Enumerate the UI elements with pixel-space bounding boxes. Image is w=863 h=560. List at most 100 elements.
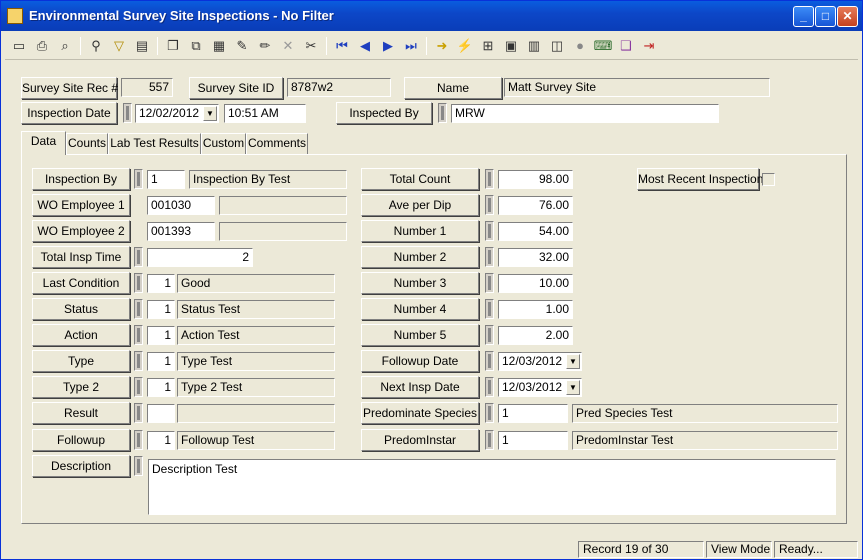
tab-comments[interactable]: Comments <box>246 133 308 154</box>
predominate-species-selector[interactable] <box>485 403 494 423</box>
most-recent-inspection-label[interactable]: Most Recent Inspection <box>637 168 763 190</box>
name-label[interactable]: Name <box>404 77 502 99</box>
title-bar[interactable]: Environmental Survey Site Inspections - … <box>1 1 862 31</box>
inspected-by-label[interactable]: Inspected By <box>336 102 432 124</box>
predom-instar-code[interactable]: 1 <box>498 431 568 450</box>
number-2-field[interactable]: 32.00 <box>498 248 573 267</box>
minimize-button[interactable]: _ <box>793 6 814 27</box>
go-to-icon[interactable]: ➜ <box>432 36 452 56</box>
number-4-selector[interactable] <box>485 299 494 319</box>
number-5-button[interactable]: Number 5 <box>361 324 479 346</box>
followup-button[interactable]: Followup <box>32 429 130 451</box>
calculator-icon[interactable]: ▥ <box>524 36 544 56</box>
predom-instar-button[interactable]: PredomInstar <box>361 429 479 451</box>
description-selector[interactable] <box>134 456 143 476</box>
number-1-selector[interactable] <box>485 221 494 241</box>
status-selector[interactable] <box>134 299 143 319</box>
wo-employee-2-code[interactable]: 001393 <box>147 222 215 241</box>
result-code[interactable] <box>147 404 175 423</box>
print-preview-icon[interactable]: ⌕ <box>55 36 75 56</box>
filter-icon[interactable]: ▽ <box>109 36 129 56</box>
number-5-selector[interactable] <box>485 325 494 345</box>
close-button[interactable]: ✕ <box>837 6 858 27</box>
type-code[interactable]: 1 <box>147 352 175 371</box>
followup-date-button[interactable]: Followup Date <box>361 350 479 372</box>
action-button[interactable]: Action <box>32 324 130 346</box>
predominate-species-button[interactable]: Predominate Species <box>361 402 479 424</box>
survey-site-rec-label[interactable]: Survey Site Rec # <box>21 77 118 99</box>
globe-icon[interactable]: ● <box>570 36 590 56</box>
print-icon[interactable]: ⎙ <box>32 36 52 56</box>
tab-lab-test-results[interactable]: Lab Test Results <box>108 133 201 154</box>
number-2-selector[interactable] <box>485 247 494 267</box>
type-2-selector[interactable] <box>134 377 143 397</box>
result-selector[interactable] <box>134 403 143 423</box>
inspection-date-label[interactable]: Inspection Date <box>21 102 117 124</box>
predominate-species-code[interactable]: 1 <box>498 404 568 423</box>
action-selector[interactable] <box>134 325 143 345</box>
type-selector[interactable] <box>134 351 143 371</box>
wo-employee-1-button[interactable]: WO Employee 1 <box>32 194 130 216</box>
status-code[interactable]: 1 <box>147 300 175 319</box>
keyboard-icon[interactable]: ⌨ <box>593 36 613 56</box>
followup-date-field[interactable]: 12/03/2012 ▼ <box>498 352 582 371</box>
inspection-by-button[interactable]: Inspection By <box>32 168 130 190</box>
type-button[interactable]: Type <box>32 350 130 372</box>
number-3-selector[interactable] <box>485 273 494 293</box>
total-count-field[interactable]: 98.00 <box>498 170 573 189</box>
ave-per-dip-field[interactable]: 76.00 <box>498 196 573 215</box>
inspection-time-field[interactable]: 10:51 AM <box>224 104 306 123</box>
previous-record-icon[interactable]: ◀ <box>355 36 375 56</box>
number-3-field[interactable]: 10.00 <box>498 274 573 293</box>
tree-icon[interactable]: ⊞ <box>478 36 498 56</box>
predom-instar-selector[interactable] <box>485 430 494 450</box>
tab-data[interactable]: Data <box>21 131 66 155</box>
inspection-by-selector[interactable] <box>134 169 143 189</box>
number-3-button[interactable]: Number 3 <box>361 272 479 294</box>
calculate-icon[interactable]: ⚡ <box>455 36 475 56</box>
inspected-by-selector[interactable] <box>438 103 447 123</box>
first-record-icon[interactable]: ⏮ <box>332 36 352 56</box>
form-view-icon[interactable]: ▤ <box>132 36 152 56</box>
number-2-button[interactable]: Number 2 <box>361 246 479 268</box>
new-record-icon[interactable]: ▭ <box>9 36 29 56</box>
status-button[interactable]: Status <box>32 298 130 320</box>
edit-icon[interactable]: ✎ <box>232 36 252 56</box>
pencil-icon[interactable]: ✏ <box>255 36 275 56</box>
last-condition-selector[interactable] <box>134 273 143 293</box>
map-icon[interactable]: ◫ <box>547 36 567 56</box>
total-count-button[interactable]: Total Count <box>361 168 479 190</box>
chevron-down-icon[interactable]: ▼ <box>566 380 580 395</box>
followup-selector[interactable] <box>134 430 143 450</box>
total-insp-time-selector[interactable] <box>134 247 143 267</box>
maximize-button[interactable]: □ <box>815 6 836 27</box>
paste-icon[interactable]: ⧉ <box>186 36 206 56</box>
cut-icon[interactable]: ✂ <box>301 36 321 56</box>
copy-icon[interactable]: ❐ <box>163 36 183 56</box>
number-4-button[interactable]: Number 4 <box>361 298 479 320</box>
delete-record-icon[interactable]: ▦ <box>209 36 229 56</box>
next-insp-date-button[interactable]: Next Insp Date <box>361 376 479 398</box>
description-field[interactable]: Description Test <box>148 459 836 515</box>
tab-custom[interactable]: Custom <box>201 133 246 154</box>
chart-icon[interactable]: ▣ <box>501 36 521 56</box>
wo-employee-2-button[interactable]: WO Employee 2 <box>32 220 130 242</box>
last-record-icon[interactable]: ⏭ <box>401 36 421 56</box>
total-insp-time-field[interactable]: 2 <box>147 248 253 267</box>
inspection-by-code[interactable]: 1 <box>147 170 185 189</box>
book-icon[interactable]: ❑ <box>616 36 636 56</box>
number-1-field[interactable]: 54.00 <box>498 222 573 241</box>
most-recent-inspection-checkbox[interactable] <box>762 173 775 186</box>
total-insp-time-button[interactable]: Total Insp Time <box>32 246 130 268</box>
number-1-button[interactable]: Number 1 <box>361 220 479 242</box>
result-button[interactable]: Result <box>32 402 130 424</box>
inspection-date-selector[interactable] <box>123 103 132 123</box>
last-condition-button[interactable]: Last Condition <box>32 272 130 294</box>
cancel-icon[interactable]: ✕ <box>278 36 298 56</box>
ave-per-dip-selector[interactable] <box>485 195 494 215</box>
type-2-code[interactable]: 1 <box>147 378 175 397</box>
next-record-icon[interactable]: ▶ <box>378 36 398 56</box>
followup-code[interactable]: 1 <box>147 431 175 450</box>
inspection-date-field[interactable]: 12/02/2012 ▼ <box>135 104 219 123</box>
next-insp-date-field[interactable]: 12/03/2012 ▼ <box>498 378 582 397</box>
